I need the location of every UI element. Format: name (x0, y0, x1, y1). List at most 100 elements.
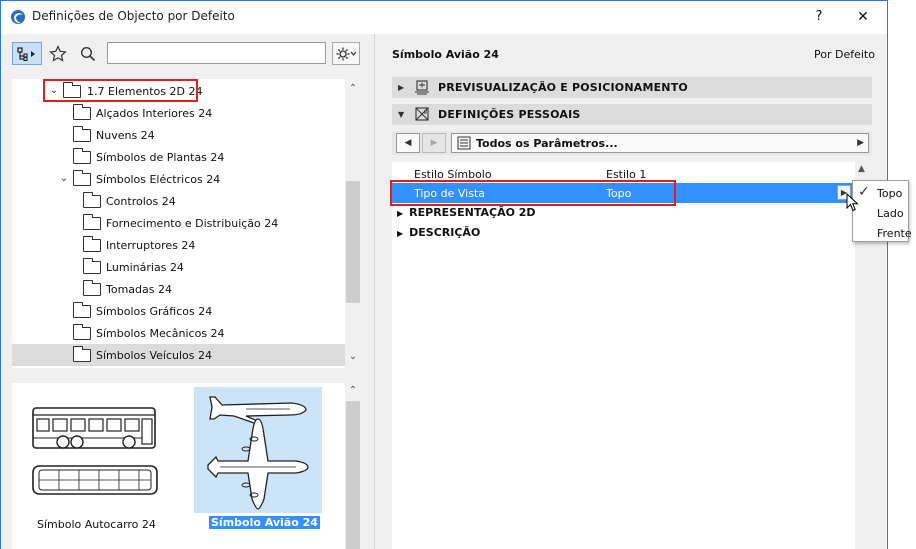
tree-item-label: Tomadas 24 (106, 282, 172, 296)
group-representacao-2d[interactable]: ▶ REPRESENTAÇÃO 2D (397, 206, 536, 219)
preview-positioning-icon (415, 80, 429, 95)
menu-item-label: Topo (877, 187, 903, 200)
triangle-right-icon: ▶ (397, 209, 404, 218)
folder-icon (73, 126, 91, 142)
folder-icon (73, 104, 91, 120)
help-button[interactable]: ? (809, 6, 829, 28)
tree-item-mecanicos[interactable]: Símbolos Mecânicos 24 (12, 322, 345, 344)
airplane-symbol-icon[interactable] (206, 389, 310, 511)
tree-scrollbar[interactable]: ⌃ ⌄ (345, 79, 361, 368)
tree-view-icon (17, 46, 35, 61)
group-label: REPRESENTAÇÃO 2D (409, 206, 536, 219)
triangle-right-icon: ▶ (398, 83, 405, 92)
triangle-down-icon: ▼ (398, 110, 405, 119)
close-button[interactable]: ✕ (851, 6, 875, 28)
tree-item-controlos[interactable]: Controlos 24 (12, 190, 345, 212)
menu-item-topo[interactable]: ✓ Topo (853, 183, 910, 203)
tree-item-fornecimento[interactable]: Fornecimento e Distribuição 24 (12, 212, 345, 234)
triangle-right-icon: ▶ (430, 138, 438, 148)
scroll-up-icon[interactable]: ▲ (858, 164, 865, 174)
tree-item-veiculos[interactable]: Símbolos Veículos 24 (12, 344, 345, 366)
settings-menu-button[interactable] (332, 42, 360, 65)
folder-tree: ⌄ 1.7 Elementos 2D 24 Alçados Interiores… (12, 79, 345, 368)
menu-item-lado[interactable]: Lado (853, 203, 910, 223)
parameter-list (392, 162, 855, 549)
folder-icon (83, 280, 101, 296)
folder-icon (83, 236, 101, 252)
tree-item-label: Interruptores 24 (106, 238, 196, 252)
folder-icon (73, 302, 91, 318)
section-preview-positioning[interactable]: ▶ PREVISUALIZAÇÃO E POSICIONAMENTO (392, 77, 872, 98)
title-bar: Definições de Objecto por Defeito ? ✕ (1, 1, 887, 34)
favorites-button[interactable] (47, 42, 69, 65)
scroll-down-icon[interactable]: ⌄ (347, 351, 359, 362)
tree-item-label: Símbolos Veículos 24 (96, 348, 213, 362)
folder-icon (73, 170, 91, 186)
folder-icon (73, 148, 91, 164)
folder-icon (83, 192, 101, 208)
group-descricao[interactable]: ▶ DESCRIÇÃO (397, 226, 480, 239)
scroll-up-icon[interactable]: ⌃ (347, 385, 359, 396)
previous-button[interactable]: ◀ (396, 133, 420, 153)
menu-item-label: Lado (877, 207, 904, 220)
tree-item-label: Controlos 24 (106, 194, 176, 208)
highlight-box (390, 180, 676, 206)
star-icon (49, 44, 67, 62)
scroll-up-icon[interactable]: ⌃ (347, 83, 359, 94)
tree-item-label: Fornecimento e Distribuição 24 (106, 216, 279, 230)
search-input[interactable] (107, 42, 326, 64)
next-button[interactable]: ▶ (422, 133, 446, 153)
tree-item-graficos[interactable]: Símbolos Gráficos 24 (12, 300, 345, 322)
tree-item-interruptores[interactable]: Interruptores 24 (12, 234, 345, 256)
folder-icon (73, 346, 91, 362)
tree-item-nuvens[interactable]: Nuvens 24 (12, 124, 345, 146)
tree-item-alcados[interactable]: Alçados Interiores 24 (12, 102, 345, 124)
bus-symbol-icon[interactable] (29, 406, 161, 501)
tree-item-label: Luminárias 24 (106, 260, 184, 274)
tree-item-label: Símbolos de Plantas 24 (96, 150, 225, 164)
highlight-box (43, 79, 198, 102)
tree-item-plantas[interactable]: Símbolos de Plantas 24 (12, 146, 345, 168)
custom-settings-icon (415, 107, 429, 121)
panel-divider[interactable] (374, 34, 375, 549)
triangle-left-icon: ◀ (404, 138, 412, 148)
tree-item-label: Símbolos Mecânicos 24 (96, 326, 225, 340)
parameter-list-icon (457, 136, 471, 150)
tree-item-label: Alçados Interiores 24 (96, 106, 213, 120)
parameter-page-select[interactable]: Todos os Parâmetros... ▶ (451, 133, 869, 153)
view-type-popup-menu: ✓ Topo Lado Frente (852, 180, 912, 243)
triangle-right-icon: ▶ (397, 229, 404, 238)
preview-scrollbar[interactable]: ⌃ (345, 383, 361, 549)
default-label: Por Defeito (814, 48, 875, 61)
folder-icon (73, 324, 91, 340)
tree-item-luminarias[interactable]: Luminárias 24 (12, 256, 345, 278)
search-button[interactable] (77, 42, 99, 65)
scrollbar-thumb[interactable] (346, 401, 360, 549)
mouse-cursor-icon (846, 193, 859, 212)
parameter-page-label: Todos os Parâmetros... (476, 137, 618, 150)
tree-item-electricos[interactable]: ⌄ Símbolos Eléctricos 24 (12, 168, 345, 190)
tree-item-label: Símbolos Eléctricos 24 (96, 172, 221, 186)
menu-item-frente[interactable]: Frente (853, 223, 912, 243)
dialog-window: Definições de Objecto por Defeito ? ✕ ⌄ … (0, 0, 888, 549)
scrollbar-thumb[interactable] (346, 181, 360, 303)
tree-item-label: Nuvens 24 (96, 128, 155, 142)
app-logo-icon (11, 10, 25, 24)
tree-item-tomadas[interactable]: Tomadas 24 (12, 278, 345, 300)
section-label: PREVISUALIZAÇÃO E POSICIONAMENTO (438, 81, 688, 94)
thumbnail-caption[interactable]: Símbolo Autocarro 24 (37, 518, 156, 531)
parameter-nav-bar: ◀ ▶ Todos os Parâmetros... ▶ (392, 131, 872, 155)
menu-item-label: Frente (877, 227, 912, 240)
thumbnail-caption-selected[interactable]: Símbolo Avião 24 (209, 516, 320, 529)
folder-icon (83, 214, 101, 230)
section-custom-settings[interactable]: ▼ DEFINIÇÕES PESSOAIS (392, 104, 872, 125)
chevron-down-icon[interactable]: ⌄ (58, 173, 70, 185)
triangle-right-icon: ▶ (857, 138, 864, 148)
window-title: Definições de Objecto por Defeito (32, 9, 235, 23)
object-title: Símbolo Avião 24 (392, 48, 499, 61)
search-icon (80, 46, 96, 61)
navigator-view-button[interactable] (12, 42, 42, 65)
section-label: DEFINIÇÕES PESSOAIS (438, 108, 581, 121)
folder-icon (83, 258, 101, 274)
gear-icon (336, 47, 357, 60)
